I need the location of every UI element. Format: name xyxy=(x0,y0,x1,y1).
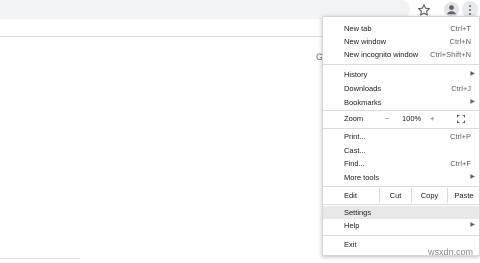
menu-item-help[interactable]: Help ▶ xyxy=(323,219,479,232)
menu-item-print[interactable]: Print... Ctrl+P xyxy=(323,130,479,143)
fullscreen-icon[interactable] xyxy=(457,115,465,123)
paste-button[interactable]: Paste xyxy=(447,188,480,203)
menu-item-new-tab[interactable]: New tab Ctrl+T xyxy=(323,22,479,35)
menu-item-history[interactable]: History ▶ xyxy=(323,68,479,81)
chevron-right-icon: ▶ xyxy=(470,71,475,77)
chevron-right-icon: ▶ xyxy=(470,174,475,180)
menu-separator xyxy=(323,235,479,236)
chevron-right-icon: ▶ xyxy=(470,99,475,105)
menu-edit-row: Edit Cut Copy Paste xyxy=(323,188,479,203)
menu-separator xyxy=(323,110,479,111)
profile-icon[interactable] xyxy=(444,2,459,17)
zoom-in-button[interactable]: + xyxy=(430,112,434,126)
content-divider xyxy=(0,36,322,37)
menu-separator xyxy=(323,128,479,129)
menu-item-new-incognito-window[interactable]: New incognito window Ctrl+Shift+N xyxy=(323,48,479,61)
chrome-main-menu: New tab Ctrl+T New window Ctrl+N New inc… xyxy=(322,16,480,256)
zoom-out-button[interactable]: − xyxy=(385,112,389,126)
menu-item-downloads[interactable]: Downloads Ctrl+J xyxy=(323,82,479,95)
watermark: wsxdn.com xyxy=(428,247,474,257)
menu-item-find[interactable]: Find... Ctrl+F xyxy=(323,157,479,170)
menu-item-new-window[interactable]: New window Ctrl+N xyxy=(323,35,479,48)
zoom-level: 100% xyxy=(402,114,422,123)
copy-button[interactable]: Copy xyxy=(411,188,447,203)
cut-button[interactable]: Cut xyxy=(379,188,411,203)
menu-separator xyxy=(323,64,479,65)
menu-item-cast[interactable]: Cast... xyxy=(323,144,479,157)
menu-zoom-row: Zoom − 100% + xyxy=(323,112,479,126)
menu-separator xyxy=(323,186,479,187)
page-bottom-line xyxy=(0,258,80,259)
menu-item-bookmarks[interactable]: Bookmarks ▶ xyxy=(323,96,479,109)
menu-separator xyxy=(323,204,479,205)
zoom-label: Zoom xyxy=(344,114,364,123)
menu-item-more-tools[interactable]: More tools ▶ xyxy=(323,171,479,184)
star-icon[interactable] xyxy=(417,3,431,17)
menu-item-settings[interactable]: Settings xyxy=(323,206,479,219)
chevron-right-icon: ▶ xyxy=(470,222,475,228)
edit-label: Edit xyxy=(344,191,357,200)
